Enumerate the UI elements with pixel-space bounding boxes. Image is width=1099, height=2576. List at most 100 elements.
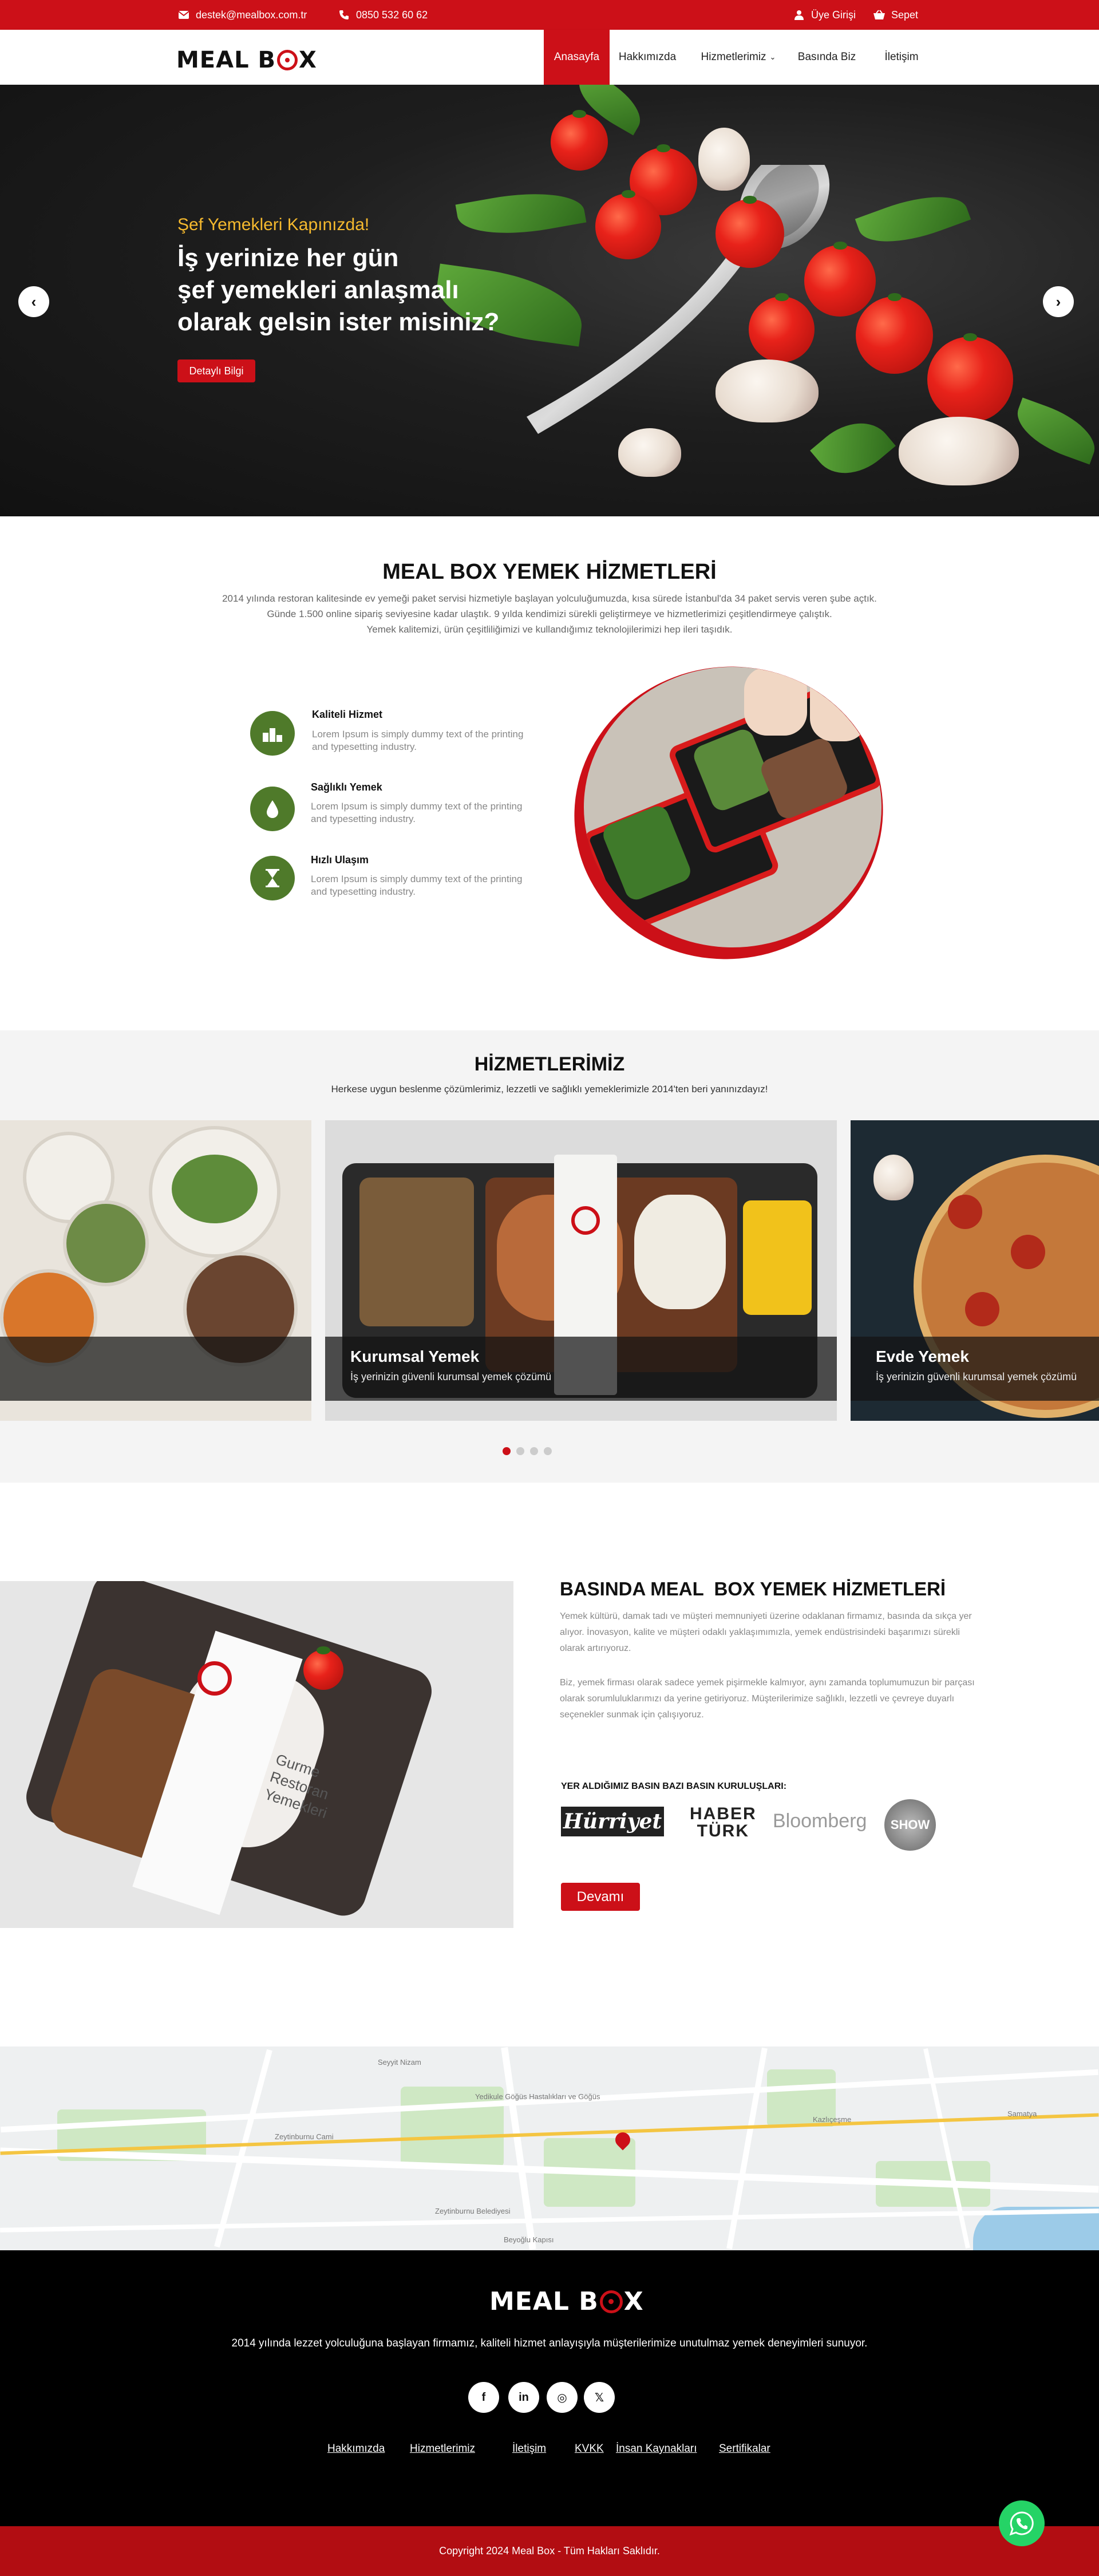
slider-next-button[interactable]: ›	[1043, 286, 1074, 317]
footer-link-services[interactable]: Hizmetlerimiz	[410, 2443, 475, 2455]
garlic-image	[899, 417, 1019, 485]
location-map[interactable]: Yedikule Göğüs Hastalıkları ve Göğüs Zey…	[0, 2046, 1099, 2250]
phone-icon	[338, 9, 350, 21]
service-card-title: Kurumsal Yemek	[350, 1348, 480, 1365]
site-footer: MEAL B X 2014 yılında lezzet yolculuğuna…	[0, 2250, 1099, 2526]
service-card-desc: İş yerinizin güvenli kurumsal yemek çözü…	[350, 1371, 552, 1382]
tomato-image	[595, 190, 661, 259]
cart-link[interactable]: Sepet	[873, 0, 918, 30]
copyright-bar: Copyright 2024 Meal Box - Tüm Hakları Sa…	[0, 2526, 1099, 2576]
logo-o-icon	[599, 2290, 623, 2313]
footer-link-kvkk[interactable]: KVKK	[575, 2443, 604, 2455]
press-paragraph: Biz, yemek firması olarak sadece yemek p…	[560, 1678, 975, 1720]
hero-title-line: şef yemekleri anlaşmalı	[177, 276, 459, 304]
instagram-icon[interactable]: ◎	[547, 2382, 578, 2413]
press-image: Gurme Restoran Yemekleri	[0, 1581, 513, 1928]
show-tv-logo: SHOW	[884, 1799, 936, 1851]
login-link[interactable]: Üye Girişi	[793, 0, 856, 30]
podium-icon	[250, 711, 295, 756]
user-icon	[793, 9, 805, 21]
service-card-desc: İş yerinizin güvenli kurumsal yemek çözü…	[876, 1371, 1077, 1382]
press-outlets-title: YER ALDIĞIMIZ BASIN BAZI BASIN KURULUŞLA…	[561, 1781, 787, 1791]
map-label: Kazlıçeşme	[813, 2115, 852, 2124]
nav-services[interactable]: Hizmetlerimiz ⌄	[693, 30, 784, 85]
tomato-image	[804, 242, 876, 317]
tomato-image	[715, 196, 784, 268]
garlic-image	[715, 359, 819, 422]
carousel-dot-active[interactable]	[503, 1447, 511, 1455]
hero-title-line: İş yerinize her gün	[177, 244, 399, 272]
footer-link-hr[interactable]: İnsan Kaynakları	[616, 2443, 697, 2455]
footer-logo-text-end: X	[623, 2287, 644, 2316]
basil-leaf-image	[1009, 397, 1099, 465]
copyright-text: Copyright 2024 Meal Box - Tüm Hakları Sa…	[439, 2545, 660, 2557]
carousel-dot[interactable]	[516, 1447, 524, 1455]
footer-about-text: 2014 yılında lezzet yolculuğuna başlayan…	[231, 2337, 868, 2349]
x-twitter-icon[interactable]: 𝕏	[584, 2382, 615, 2413]
haberturk-logo-line: TÜRK	[697, 1822, 749, 1840]
services-title: HİZMETLERİMİZ	[474, 1053, 625, 1075]
chevron-left-icon: ‹	[31, 293, 37, 310]
footer-link-about[interactable]: Hakkımızda	[327, 2443, 385, 2455]
phone-text: 0850 532 60 62	[356, 9, 428, 21]
feature-description: Lorem Ipsum is simply dummy text of the …	[311, 801, 523, 824]
top-bar: destek@mealbox.com.tr 0850 532 60 62 Üye…	[0, 0, 1099, 30]
nav-home[interactable]: Anasayfa	[544, 30, 610, 85]
main-navbar: MEAL B X Anasayfa Hakkımızda Hizmetlerim…	[0, 30, 1099, 85]
nav-about[interactable]: Hakkımızda	[610, 30, 685, 85]
press-more-button[interactable]: Devamı	[561, 1883, 640, 1911]
carousel-dot[interactable]	[530, 1447, 538, 1455]
whatsapp-icon	[1009, 2511, 1034, 2536]
footer-link-contact[interactable]: İletişim	[512, 2443, 546, 2455]
hero-title-line: olarak gelsin ister misiniz?	[177, 308, 500, 336]
facebook-icon[interactable]: f	[468, 2382, 499, 2413]
hero-title: İş yerinize her gün şef yemekleri anlaşm…	[177, 242, 499, 338]
nav-services-label: Hizmetlerimiz	[701, 51, 766, 63]
footer-logo-text: MEAL B	[489, 2287, 599, 2316]
slider-prev-button[interactable]: ‹	[18, 286, 49, 317]
drop-icon	[250, 787, 295, 831]
logo-text: MEAL B	[176, 47, 276, 73]
login-text: Üye Girişi	[811, 9, 856, 21]
about-paragraph: 2014 yılında restoran kalitesinde ev yem…	[222, 593, 877, 604]
whatsapp-button[interactable]	[999, 2500, 1045, 2546]
hero-detail-button[interactable]: Detaylı Bilgi	[177, 359, 255, 382]
footer-link-certificates[interactable]: Sertifikalar	[719, 2443, 770, 2455]
feature-title: Hızlı Ulaşım	[311, 854, 369, 866]
site-logo[interactable]: MEAL B X	[176, 47, 317, 73]
service-card[interactable]: Kurumsal Yemek İş yerinizin güvenli kuru…	[325, 1120, 837, 1421]
tomato-image	[927, 333, 1013, 422]
about-paragraph: Günde 1.500 online sipariş seviyesine ka…	[267, 609, 832, 619]
services-subtitle: Herkese uygun beslenme çözümlerimiz, lez…	[331, 1084, 768, 1095]
press-paragraph: Yemek kültürü, damak tadı ve müşteri mem…	[560, 1611, 972, 1653]
service-card[interactable]	[0, 1120, 311, 1421]
footer-logo[interactable]: MEAL B X	[489, 2287, 644, 2316]
basil-leaf-image	[855, 181, 971, 257]
services-section: HİZMETLERİMİZ Herkese uygun beslenme çöz…	[0, 1030, 1099, 1483]
about-paragraph: Yemek kalitemizi, ürün çeşitliliğimizi v…	[366, 624, 733, 635]
carousel-dot[interactable]	[544, 1447, 552, 1455]
nav-press[interactable]: Basında Biz	[791, 30, 863, 85]
chevron-down-icon: ⌄	[769, 53, 776, 61]
nav-contact[interactable]: İletişim	[870, 30, 933, 85]
feature-title: Kaliteli Hizmet	[312, 709, 383, 720]
garlic-image	[618, 428, 681, 477]
hurriyet-logo: Hürriyet	[561, 1807, 664, 1836]
map-label: Beyoğlu Kapısı	[504, 2235, 554, 2244]
service-card[interactable]: Evde Yemek İş yerinizin güvenli kurumsal…	[851, 1120, 1099, 1421]
haberturk-logo-line: HABER	[690, 1804, 757, 1823]
logo-o-icon	[277, 50, 298, 70]
feature-description: Lorem Ipsum is simply dummy text of the …	[311, 874, 523, 897]
about-title: MEAL BOX YEMEK HİZMETLERİ	[382, 560, 717, 584]
phone-contact[interactable]: 0850 532 60 62	[338, 0, 428, 30]
bloomberg-logo: Bloomberg	[773, 1810, 867, 1832]
map-label: Yedikule Göğüs Hastalıkları ve Göğüs	[475, 2092, 600, 2101]
map-label: Zeytinburnu Cami	[275, 2132, 334, 2141]
tomato-image	[749, 293, 815, 362]
email-text: destek@mealbox.com.tr	[196, 9, 307, 21]
email-contact[interactable]: destek@mealbox.com.tr	[177, 0, 307, 30]
meal-boxes-image	[584, 667, 881, 947]
tomato-image	[551, 110, 608, 171]
hero-slider: Şef Yemekleri Kapınızda! İş yerinize her…	[0, 85, 1099, 516]
linkedin-icon[interactable]: in	[508, 2382, 539, 2413]
